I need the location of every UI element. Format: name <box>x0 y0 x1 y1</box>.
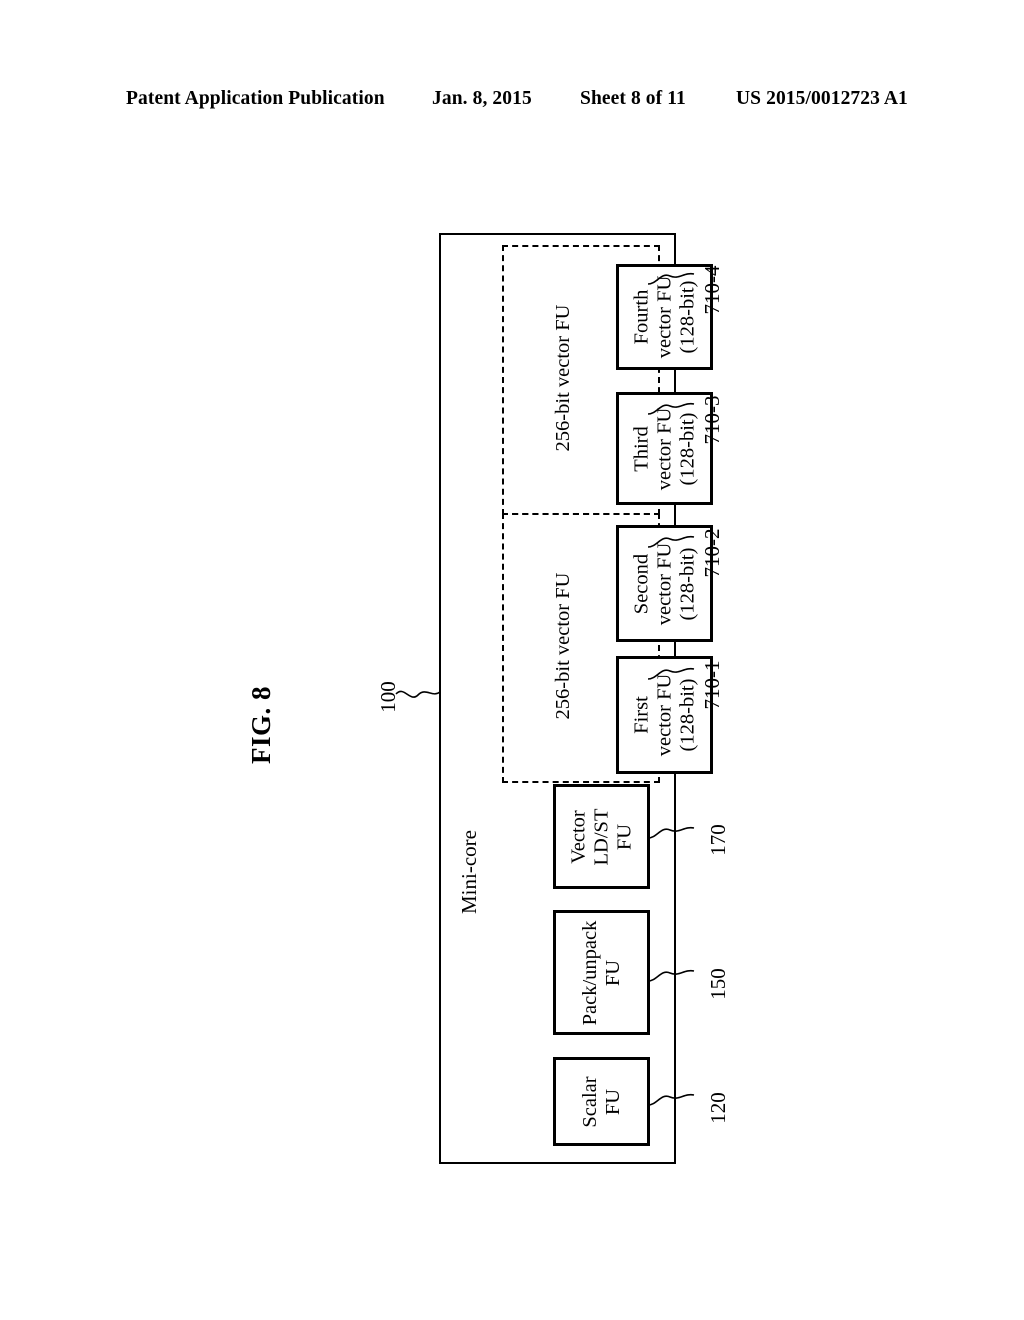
header-patent-number: US 2015/0012723 A1 <box>736 88 908 109</box>
vector-group-upper-label: 256-bit vector FU <box>551 304 574 452</box>
leader-line-710-4 <box>647 272 695 285</box>
leader-line-170 <box>647 826 695 839</box>
vector-group-upper: 256-bit vector FU Fourth vector FU (128-… <box>502 245 713 515</box>
reference-numeral-710-2: 710-2 <box>699 528 724 578</box>
reference-numeral-710-1: 710-1 <box>699 660 724 710</box>
reference-numeral-170: 170 <box>705 824 730 856</box>
reference-numeral-120: 120 <box>705 1092 730 1124</box>
block-scalar-fu-label: Scalar FU <box>578 1075 624 1128</box>
header-publication-title: Patent Application Publication <box>126 88 385 109</box>
vector-group-lower-label: 256-bit vector FU <box>551 572 574 720</box>
leader-line-120 <box>647 1093 695 1106</box>
reference-numeral-150: 150 <box>705 968 730 1000</box>
header-publication-date: Jan. 8, 2015 <box>432 88 532 109</box>
leader-line-710-2 <box>647 535 695 548</box>
leader-line-100 <box>395 690 441 698</box>
header-sheet-number: Sheet 8 of 11 <box>580 88 686 109</box>
reference-numeral-710-3: 710-3 <box>699 395 724 445</box>
mini-core-container: Mini-core 256-bit vector FU Fourth vecto… <box>439 233 713 1164</box>
figure-label: FIG. 8 <box>245 686 276 765</box>
mini-core-label: Mini-core <box>456 830 481 914</box>
leader-line-150 <box>647 969 695 982</box>
leader-line-710-3 <box>647 402 695 415</box>
leader-line-710-1 <box>647 667 695 680</box>
reference-numeral-710-4: 710-4 <box>699 265 724 315</box>
block-scalar-fu: Scalar FU <box>553 1057 650 1146</box>
patent-header: Patent Application Publication Jan. 8, 2… <box>0 88 1024 116</box>
